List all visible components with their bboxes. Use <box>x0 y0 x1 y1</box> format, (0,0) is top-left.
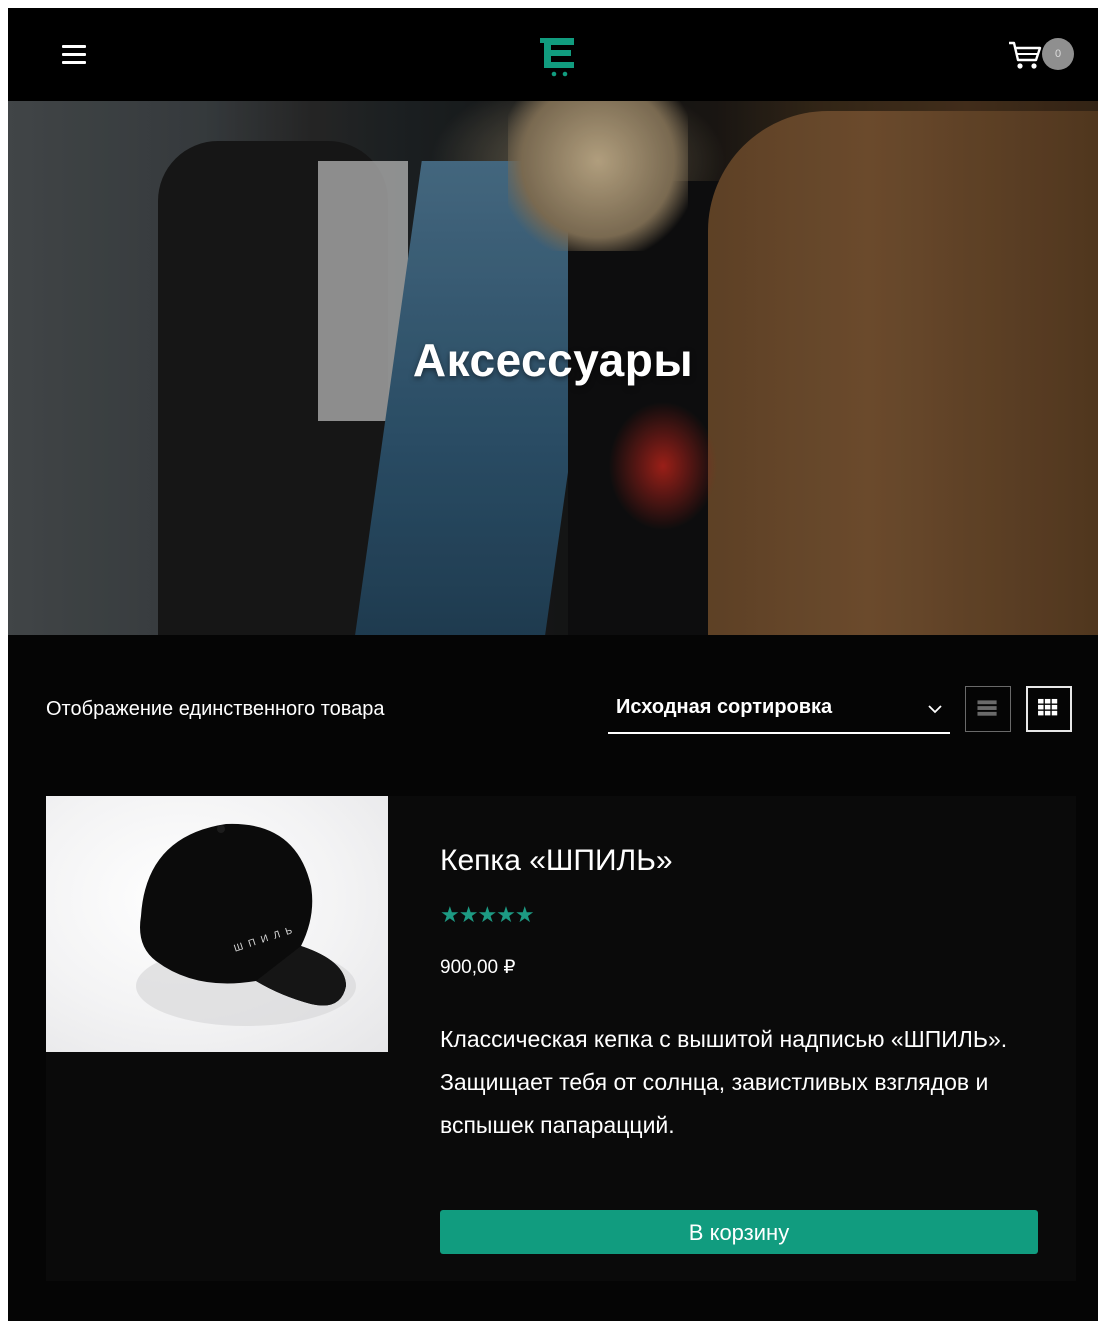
logo-icon[interactable] <box>538 32 580 78</box>
chevron-down-icon <box>928 705 942 714</box>
list-view-button[interactable] <box>965 686 1011 732</box>
hero-banner: Аксессуары <box>8 101 1098 635</box>
description-line: Классическая кепка с вышитой надписью «Ш… <box>440 1026 1008 1052</box>
product-title-link[interactable]: Кепка «ШПИЛЬ» <box>440 844 673 878</box>
page-frame: 0 Аксессуары Отображение единственного т… <box>8 8 1098 1321</box>
product-price: 900,00 ₽ <box>440 957 516 978</box>
description-line: Защищает тебя от солнца, завистливых взг… <box>440 1069 989 1138</box>
product-card: ШПИЛЬ Кепка «ШПИЛЬ» ★★★★★ 900,00 ₽ Класс… <box>46 796 1076 1281</box>
sort-selected-value: Исходная сортировка <box>616 696 833 718</box>
product-image[interactable]: ШПИЛЬ <box>46 796 388 1052</box>
cap-image: ШПИЛЬ <box>136 823 356 1026</box>
grid-view-icon <box>1038 698 1058 716</box>
result-count: Отображение единственного товара <box>46 698 385 720</box>
product-description: Классическая кепка с вышитой надписью «Ш… <box>440 1018 1050 1147</box>
star-rating: ★★★★★ <box>440 902 535 927</box>
cart-count-badge: 0 <box>1042 38 1074 70</box>
sort-select[interactable]: Исходная сортировка <box>608 688 950 734</box>
add-to-cart-button[interactable]: В корзину <box>440 1210 1038 1254</box>
menu-button[interactable] <box>60 43 88 65</box>
grid-view-button[interactable] <box>1026 686 1072 732</box>
cart-button[interactable]: 0 <box>1008 36 1078 76</box>
site-header: 0 <box>8 8 1098 101</box>
list-view-icon <box>977 700 997 716</box>
page-title: Аксессуары <box>412 334 694 386</box>
shopping-cart-icon <box>1009 41 1042 69</box>
hamburger-icon <box>62 45 86 48</box>
